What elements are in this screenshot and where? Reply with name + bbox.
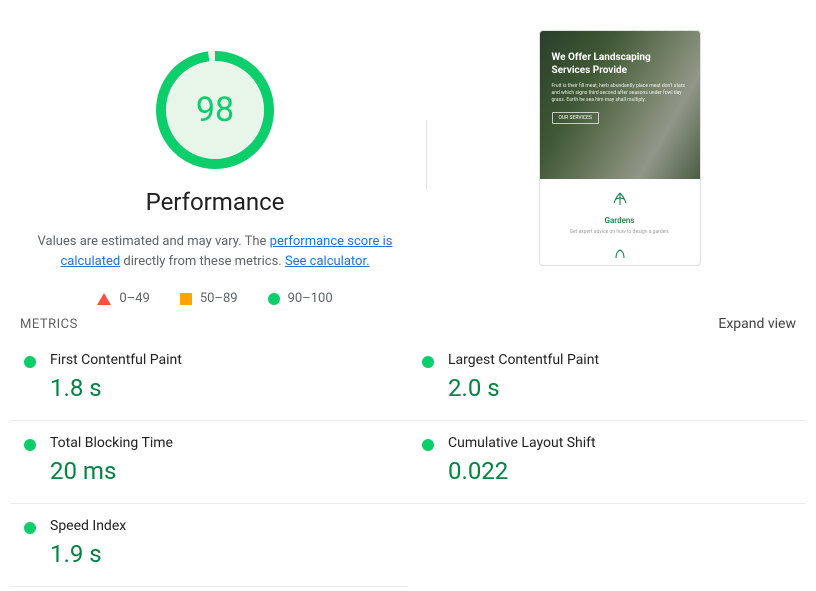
metric-row[interactable]: Largest Contentful Paint 2.0 s: [408, 338, 806, 421]
see-calculator-link[interactable]: See calculator.: [285, 254, 370, 269]
metrics-grid: First Contentful Paint 1.8 s Largest Con…: [0, 338, 816, 587]
plant-icon: [550, 191, 690, 212]
vertical-divider: [426, 120, 427, 190]
expand-view-button[interactable]: Expand view: [718, 316, 796, 332]
status-dot-icon: [24, 522, 36, 534]
square-icon: [180, 293, 192, 305]
legend-average: 50–89: [180, 291, 238, 306]
preview-hero-text: Fruit is their fill meat, herb abundantl…: [552, 83, 688, 104]
preview-card-subtitle: Get expert advice on how to design a gar…: [550, 229, 690, 236]
metric-name: Cumulative Layout Shift: [448, 435, 792, 451]
circle-icon: [268, 293, 280, 305]
performance-description: Values are estimated and may vary. The p…: [30, 232, 400, 271]
preview-card-title: Gardens: [550, 216, 690, 225]
performance-gauge: 98: [155, 50, 275, 170]
legend-fail: 0–49: [97, 291, 149, 306]
metric-value: 1.8 s: [50, 374, 394, 402]
metric-row[interactable]: Cumulative Layout Shift 0.022: [408, 421, 806, 504]
status-dot-icon: [24, 356, 36, 368]
performance-score: 98: [167, 62, 263, 158]
preview-hero: We Offer Landscaping Services Provide Fr…: [540, 31, 700, 179]
metric-value: 2.0 s: [448, 374, 792, 402]
leaf-icon: [540, 248, 700, 265]
metrics-section-label: METRICS: [20, 317, 78, 332]
preview-hero-title: We Offer Landscaping Services Provide: [552, 51, 688, 77]
status-dot-icon: [24, 439, 36, 451]
performance-title: Performance: [146, 188, 285, 216]
metric-row[interactable]: First Contentful Paint 1.8 s: [10, 338, 408, 421]
metric-value: 1.9 s: [50, 540, 394, 568]
metric-value: 20 ms: [50, 457, 394, 485]
status-dot-icon: [422, 356, 434, 368]
triangle-icon: [97, 293, 111, 305]
legend-pass: 90–100: [268, 291, 333, 306]
score-legend: 0–49 50–89 90–100: [97, 291, 332, 306]
metric-row[interactable]: Speed Index 1.9 s: [10, 504, 408, 587]
metric-value: 0.022: [448, 457, 792, 485]
preview-card: Gardens Get expert advice on how to desi…: [540, 179, 700, 248]
preview-hero-button: OUR SERVICES: [552, 112, 599, 124]
metric-name: Total Blocking Time: [50, 435, 394, 451]
page-preview-thumbnail: We Offer Landscaping Services Provide Fr…: [539, 30, 701, 266]
metric-row[interactable]: Total Blocking Time 20 ms: [10, 421, 408, 504]
metric-name: Speed Index: [50, 518, 394, 534]
metric-name: First Contentful Paint: [50, 352, 394, 368]
status-dot-icon: [422, 439, 434, 451]
metric-name: Largest Contentful Paint: [448, 352, 792, 368]
